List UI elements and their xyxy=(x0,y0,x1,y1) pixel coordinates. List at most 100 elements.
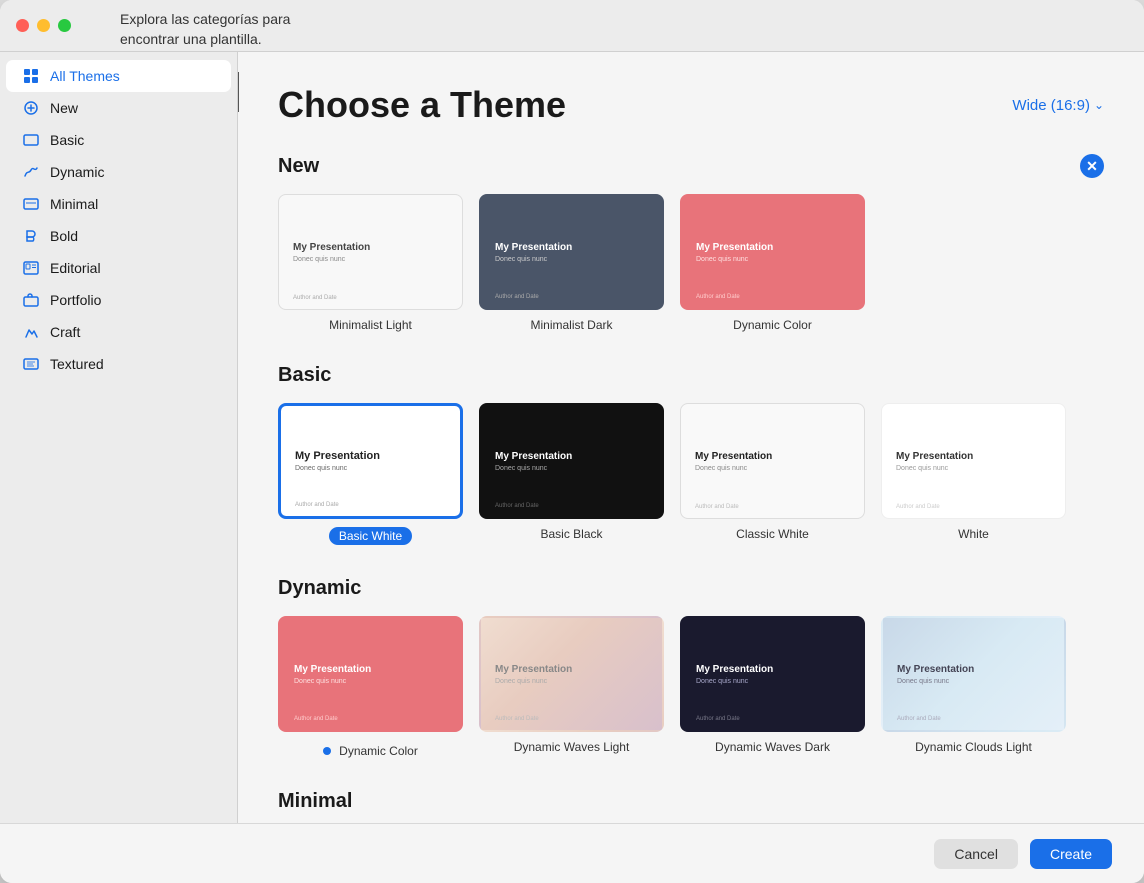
sidebar-item-dynamic[interactable]: Dynamic xyxy=(6,156,231,188)
content-area: Choose a Theme Wide (16:9) ⌄ New ✕ xyxy=(238,52,1144,823)
close-button[interactable] xyxy=(16,19,29,32)
section-new: New ✕ My Presentation Donec quis nunc Au… xyxy=(278,154,1104,332)
maximize-button[interactable] xyxy=(58,19,71,32)
sidebar-label-textured: Textured xyxy=(50,356,104,372)
thumb-title: My Presentation xyxy=(495,451,648,462)
section-dynamic: Dynamic My Presentation Donec quis nunc … xyxy=(278,577,1104,758)
minimalist-dark-thumbnail[interactable]: My Presentation Donec quis nunc Author a… xyxy=(479,194,664,310)
thumb-subtitle: Donec quis nunc xyxy=(294,678,447,685)
dynamic-waves-light-label: Dynamic Waves Light xyxy=(514,740,630,754)
theme-card-minimalist-light[interactable]: My Presentation Donec quis nunc Author a… xyxy=(278,194,463,332)
sidebar-item-basic[interactable]: Basic xyxy=(6,124,231,156)
aspect-ratio-dropdown[interactable]: Wide (16:9) ⌄ xyxy=(1012,97,1104,114)
basic-icon xyxy=(22,131,40,149)
create-button[interactable]: Create xyxy=(1030,839,1112,869)
thumb-title: My Presentation xyxy=(696,242,849,253)
sidebar: All Themes New Basic xyxy=(0,52,238,823)
main-layout: All Themes New Basic xyxy=(0,52,1144,823)
sidebar-item-new[interactable]: New xyxy=(6,92,231,124)
portfolio-icon xyxy=(22,291,40,309)
minimize-button[interactable] xyxy=(37,19,50,32)
thumb-author: Author and Date xyxy=(696,294,740,300)
theme-card-dynamic-waves-dark[interactable]: My Presentation Donec quis nunc Author a… xyxy=(680,616,865,758)
section-minimal-header: Minimal xyxy=(278,790,1104,813)
minimal-icon xyxy=(22,195,40,213)
sidebar-item-bold[interactable]: Bold xyxy=(6,220,231,252)
sidebar-item-textured[interactable]: Textured xyxy=(6,348,231,380)
thumb-subtitle: Donec quis nunc xyxy=(295,465,446,472)
traffic-lights xyxy=(16,19,71,32)
thumb-author: Author and Date xyxy=(495,503,539,509)
new-icon xyxy=(22,99,40,117)
sidebar-item-portfolio[interactable]: Portfolio xyxy=(6,284,231,316)
thumb-subtitle: Donec quis nunc xyxy=(696,678,849,685)
sidebar-item-craft[interactable]: Craft xyxy=(6,316,231,348)
white-thumbnail[interactable]: My Presentation Donec quis nunc Author a… xyxy=(881,403,1066,519)
thumb-title: My Presentation xyxy=(896,451,1051,462)
sidebar-label-all-themes: All Themes xyxy=(50,68,120,84)
basic-black-thumbnail[interactable]: My Presentation Donec quis nunc Author a… xyxy=(479,403,664,519)
classic-white-label: Classic White xyxy=(736,527,809,541)
dynamic-color-new-thumbnail[interactable]: My Presentation Donec quis nunc Author a… xyxy=(680,194,865,310)
thumb-subtitle: Donec quis nunc xyxy=(495,465,648,472)
thumb-author: Author and Date xyxy=(695,504,739,510)
minimalist-light-label: Minimalist Light xyxy=(329,318,412,332)
theme-card-dynamic-clouds-light[interactable]: My Presentation Donec quis nunc Author a… xyxy=(881,616,1066,758)
theme-card-dynamic-waves-light[interactable]: My Presentation Donec quis nunc Author a… xyxy=(479,616,664,758)
titlebar xyxy=(0,0,1144,52)
basic-white-label: Basic White xyxy=(329,527,412,545)
sidebar-label-basic: Basic xyxy=(50,132,84,148)
thumb-author: Author and Date xyxy=(495,294,539,300)
dynamic-icon xyxy=(22,163,40,181)
dynamic-themes-row: My Presentation Donec quis nunc Author a… xyxy=(278,616,1104,758)
content-header: Choose a Theme Wide (16:9) ⌄ xyxy=(278,84,1104,126)
page-title: Choose a Theme xyxy=(278,84,566,126)
craft-icon xyxy=(22,323,40,341)
thumb-title: My Presentation xyxy=(696,664,849,675)
thumb-subtitle: Donec quis nunc xyxy=(897,678,1050,685)
section-dynamic-title: Dynamic xyxy=(278,577,361,600)
minimalist-light-thumbnail[interactable]: My Presentation Donec quis nunc Author a… xyxy=(278,194,463,310)
theme-card-dynamic-color[interactable]: My Presentation Donec quis nunc Author a… xyxy=(278,616,463,758)
thumb-author: Author and Date xyxy=(696,716,740,722)
cancel-button[interactable]: Cancel xyxy=(934,839,1018,869)
basic-themes-row: My Presentation Donec quis nunc Author a… xyxy=(278,403,1104,545)
theme-card-minimalist-dark[interactable]: My Presentation Donec quis nunc Author a… xyxy=(479,194,664,332)
classic-white-thumbnail[interactable]: My Presentation Donec quis nunc Author a… xyxy=(680,403,865,519)
dynamic-waves-dark-thumbnail[interactable]: My Presentation Donec quis nunc Author a… xyxy=(680,616,865,732)
theme-card-classic-white[interactable]: My Presentation Donec quis nunc Author a… xyxy=(680,403,865,545)
dynamic-color-label: Dynamic Color xyxy=(339,744,418,758)
section-basic-title: Basic xyxy=(278,364,331,387)
theme-card-basic-black[interactable]: My Presentation Donec quis nunc Author a… xyxy=(479,403,664,545)
aspect-ratio-label: Wide (16:9) xyxy=(1012,97,1090,114)
theme-card-dynamic-color-new[interactable]: My Presentation Donec quis nunc Author a… xyxy=(680,194,865,332)
sidebar-item-minimal[interactable]: Minimal xyxy=(6,188,231,220)
thumb-subtitle: Donec quis nunc xyxy=(293,256,448,263)
section-basic: Basic My Presentation Donec quis nunc Au… xyxy=(278,364,1104,545)
thumb-author: Author and Date xyxy=(293,295,337,301)
thumb-title: My Presentation xyxy=(695,451,850,462)
sidebar-item-all-themes[interactable]: All Themes xyxy=(6,60,231,92)
all-themes-icon xyxy=(22,67,40,85)
bold-icon xyxy=(22,227,40,245)
dynamic-color-thumbnail[interactable]: My Presentation Donec quis nunc Author a… xyxy=(278,616,463,732)
sidebar-item-editorial[interactable]: Editorial xyxy=(6,252,231,284)
basic-white-thumbnail[interactable]: My Presentation Donec quis nunc Author a… xyxy=(278,403,463,519)
thumb-author: Author and Date xyxy=(896,504,940,510)
sidebar-label-dynamic: Dynamic xyxy=(50,164,104,180)
chevron-down-icon: ⌄ xyxy=(1094,98,1104,112)
theme-card-white[interactable]: My Presentation Donec quis nunc Author a… xyxy=(881,403,1066,545)
thumb-title: My Presentation xyxy=(495,242,648,253)
theme-card-basic-white[interactable]: My Presentation Donec quis nunc Author a… xyxy=(278,403,463,545)
thumb-author: Author and Date xyxy=(294,716,338,722)
dynamic-waves-light-thumbnail[interactable]: My Presentation Donec quis nunc Author a… xyxy=(479,616,664,732)
tooltip-line xyxy=(238,72,239,112)
textured-icon xyxy=(22,355,40,373)
close-new-section-button[interactable]: ✕ xyxy=(1080,154,1104,178)
basic-black-label: Basic Black xyxy=(540,527,602,541)
editorial-icon xyxy=(22,259,40,277)
sidebar-label-craft: Craft xyxy=(50,324,80,340)
selected-dot-indicator xyxy=(323,747,331,755)
dynamic-clouds-light-thumbnail[interactable]: My Presentation Donec quis nunc Author a… xyxy=(881,616,1066,732)
footer: Cancel Create xyxy=(0,823,1144,883)
